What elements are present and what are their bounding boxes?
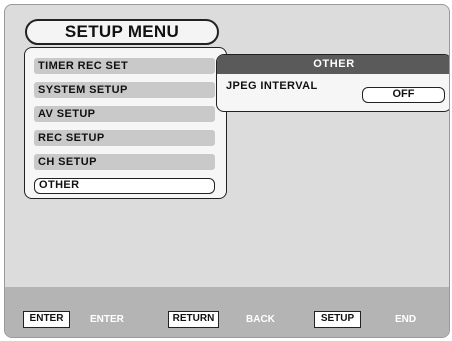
setup-key-icon[interactable]: SETUP [314, 311, 361, 328]
other-submenu-panel: OTHER JPEG INTERVAL OFF [216, 54, 449, 112]
jpeg-interval-label: JPEG INTERVAL [226, 80, 318, 92]
submenu-title: OTHER [217, 55, 449, 74]
menu-item-timer-rec-set[interactable]: TIMER REC SET [34, 58, 215, 74]
menu-item-ch-setup[interactable]: CH SETUP [34, 154, 215, 170]
menu-item-rec-setup[interactable]: REC SETUP [34, 130, 215, 146]
setup-menu-title: SETUP MENU [25, 19, 219, 45]
menu-item-av-setup[interactable]: AV SETUP [34, 106, 215, 122]
end-action-label: END [395, 314, 417, 325]
return-key-icon[interactable]: RETURN [168, 311, 219, 328]
menu-item-system-setup[interactable]: SYSTEM SETUP [34, 82, 215, 98]
button-guide-bar [5, 287, 449, 337]
enter-action-label: ENTER [90, 314, 124, 325]
back-action-label: BACK [246, 314, 275, 325]
osd-screen: SETUP MENU TIMER REC SET SYSTEM SETUP AV… [4, 4, 450, 338]
enter-key-icon[interactable]: ENTER [23, 311, 70, 328]
setup-menu-list: TIMER REC SET SYSTEM SETUP AV SETUP REC … [24, 47, 227, 199]
menu-item-other[interactable]: OTHER [34, 178, 215, 194]
jpeg-interval-value[interactable]: OFF [362, 87, 445, 103]
